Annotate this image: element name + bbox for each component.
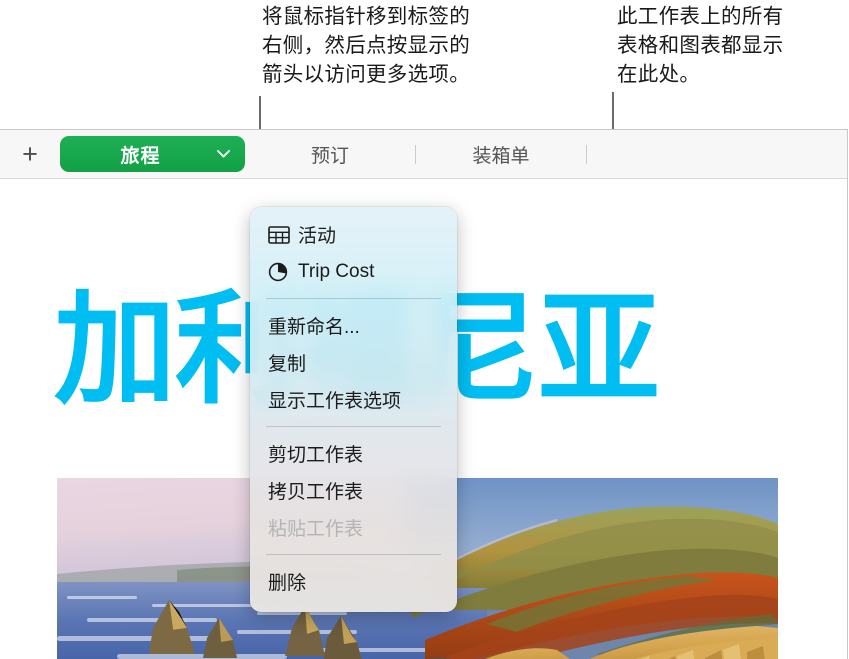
sheet-tab-bookings[interactable]: 预订 <box>245 136 415 172</box>
menu-item-label: 复制 <box>268 354 307 375</box>
menu-divider <box>266 426 441 427</box>
menu-item-label: 重新命名... <box>268 317 360 338</box>
menu-item-label: 粘贴工作表 <box>268 519 364 540</box>
sheet-canvas[interactable]: 加利福尼亚 <box>0 179 847 659</box>
menu-item-label: Trip Cost <box>298 260 375 282</box>
sheet-tab-packing-list[interactable]: 装箱单 <box>416 136 586 172</box>
table-icon <box>268 225 294 244</box>
sheet-tab-label: 旅程 <box>120 145 161 167</box>
sheet-tab-bar: + 旅程 预订 装箱单 <box>0 130 847 179</box>
tab-divider <box>586 144 587 164</box>
menu-item-show-sheet-options[interactable]: 显示工作表选项 <box>250 381 457 418</box>
menu-item-duplicate[interactable]: 复制 <box>250 344 457 381</box>
menu-item-cut-sheet[interactable]: 剪切工作表 <box>250 435 457 472</box>
menu-item-delete[interactable]: 删除 <box>250 563 457 600</box>
pie-chart-icon <box>268 262 294 282</box>
sheet-tab-context-menu[interactable]: 活动 Trip Cost 重新命名... 复制 显示工作表选项 剪切工作表 拷贝… <box>250 207 457 612</box>
menu-item-label: 拷贝工作表 <box>268 482 364 503</box>
menu-divider <box>266 554 441 555</box>
chevron-down-icon[interactable] <box>217 150 230 158</box>
menu-item-label: 活动 <box>298 226 337 247</box>
menu-item-label: 删除 <box>268 573 307 594</box>
add-sheet-button[interactable]: + <box>0 130 60 178</box>
menu-item-activities[interactable]: 活动 <box>250 216 457 253</box>
sheet-tab-trip[interactable]: 旅程 <box>60 136 245 172</box>
menu-item-trip-cost[interactable]: Trip Cost <box>250 253 457 290</box>
sheet-tab-label: 预订 <box>310 145 349 167</box>
menu-item-label: 显示工作表选项 <box>268 391 402 412</box>
sheet-tab-label: 装箱单 <box>472 145 530 167</box>
menu-item-paste-sheet: 粘贴工作表 <box>250 509 457 546</box>
spreadsheet-document-window: + 旅程 预订 装箱单 加利福尼亚 <box>0 129 848 659</box>
callout-text-left: 将鼠标指针移到标签的 右侧，然后点按显示的 箭头以访问更多选项。 <box>262 5 470 86</box>
menu-divider <box>266 298 441 299</box>
menu-item-copy-sheet[interactable]: 拷贝工作表 <box>250 472 457 509</box>
menu-item-label: 剪切工作表 <box>268 445 364 466</box>
menu-item-rename[interactable]: 重新命名... <box>250 307 457 344</box>
callout-text-right: 此工作表上的所有 表格和图表都显示 在此处。 <box>617 5 784 86</box>
